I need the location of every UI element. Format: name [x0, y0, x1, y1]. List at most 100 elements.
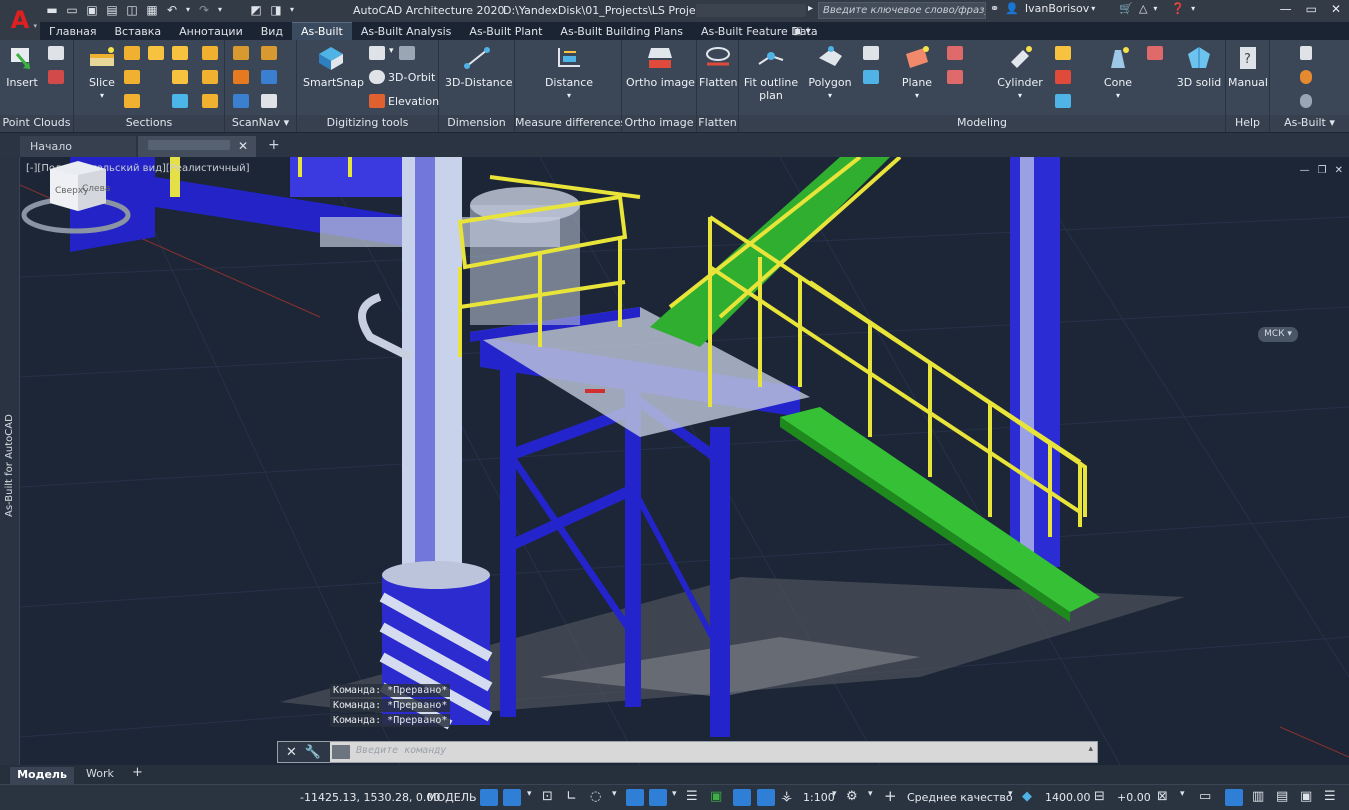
ortho-mode-icon[interactable]: ∟: [566, 789, 577, 804]
fullscreen-icon[interactable]: ▣: [1300, 789, 1312, 804]
application-menu-button[interactable]: A ▾: [0, 0, 40, 40]
tab-view[interactable]: Вид: [252, 23, 292, 40]
command-customize-icon[interactable]: 🔧: [305, 745, 321, 760]
tab-work[interactable]: Work: [86, 767, 114, 780]
command-close-icon[interactable]: ✕: [286, 745, 297, 760]
settings-gear-icon[interactable]: [1300, 70, 1312, 84]
scan-view-icon[interactable]: [261, 70, 277, 84]
snap-dropdown-icon[interactable]: ▾: [527, 789, 532, 799]
viewport-minimize-icon[interactable]: —: [1300, 165, 1310, 176]
properties-icon[interactable]: ▥: [1252, 789, 1264, 804]
display-quality[interactable]: Среднее качество: [907, 791, 1013, 804]
new-file-icon[interactable]: ▬: [44, 2, 60, 18]
transparency-icon[interactable]: ▣: [710, 789, 722, 804]
section-back-icon[interactable]: [172, 70, 188, 84]
tab-as-built-analysis[interactable]: As-Built Analysis: [352, 23, 461, 40]
viewcube-face-right[interactable]: Слева: [82, 184, 110, 194]
search-expand-icon[interactable]: ▸: [808, 3, 813, 14]
tab-as-built[interactable]: As-Built: [292, 22, 352, 40]
point-size-icon[interactable]: ◆: [1022, 789, 1032, 804]
section-reset-icon[interactable]: [202, 94, 218, 108]
annotation-scale[interactable]: 1:100: [803, 791, 835, 804]
scan-navigate-icon[interactable]: [261, 94, 277, 108]
flatten-button[interactable]: Flatten: [699, 44, 738, 89]
section-top-icon[interactable]: [124, 46, 140, 60]
command-prompt-icon[interactable]: [332, 745, 350, 759]
model-tool-a-icon[interactable]: [863, 46, 879, 60]
exchange-icon[interactable]: △: [1139, 2, 1147, 15]
digitize-cross-icon[interactable]: [399, 46, 415, 60]
elevation-offset-value[interactable]: +0.00: [1117, 791, 1151, 804]
web-mobile-icon[interactable]: ◫: [124, 2, 140, 18]
polar-dropdown-icon[interactable]: ▾: [612, 789, 617, 799]
help-icon[interactable]: ❓: [1171, 2, 1185, 15]
tab-drawing[interactable]: ✕: [138, 136, 256, 157]
group-scannav-title[interactable]: ScanNav ▾: [225, 115, 296, 132]
model-tool-b-icon[interactable]: [863, 70, 879, 84]
share-icon[interactable]: ◩: [248, 2, 264, 18]
smartsnap-button[interactable]: SmartSnap: [303, 44, 364, 89]
cylinder-tool-b-icon[interactable]: [1055, 70, 1071, 84]
info-icon[interactable]: [1300, 46, 1312, 60]
annotation-visibility-icon[interactable]: [733, 789, 751, 806]
scan-panorama-icon[interactable]: [233, 94, 249, 108]
username[interactable]: IvanBorisov: [1025, 2, 1089, 15]
section-tools-icon[interactable]: [172, 94, 188, 108]
workspace-dropdown-icon[interactable]: ▾: [868, 789, 873, 799]
scan-points-icon[interactable]: [233, 70, 249, 84]
cloud-delete-icon[interactable]: [48, 70, 64, 84]
ortho-image-button[interactable]: Ortho image: [626, 44, 695, 89]
slice-button[interactable]: Slice ▾: [82, 44, 122, 102]
tab-as-built-building-plans[interactable]: As-Built Building Plans: [551, 23, 692, 40]
username-dropdown-icon[interactable]: ▾: [1091, 4, 1095, 13]
cone-tool-icon[interactable]: [1147, 46, 1163, 60]
redo-icon[interactable]: ↷: [196, 2, 212, 18]
isolate-dropdown-icon[interactable]: ▾: [1180, 789, 1185, 799]
scale-dropdown-icon[interactable]: ▾: [832, 789, 837, 799]
elevation-label[interactable]: Elevation: [388, 95, 439, 108]
workspace-icon[interactable]: ◨: [268, 2, 284, 18]
new-tab-icon[interactable]: +: [268, 137, 280, 153]
help-search-input[interactable]: Введите ключевое слово/фразу: [818, 2, 986, 19]
plane-tool-a-icon[interactable]: [947, 46, 963, 60]
redo-dropdown-icon[interactable]: ▾: [216, 2, 224, 18]
fit-outline-plan-button[interactable]: Fit outline plan: [743, 44, 799, 102]
ucs-menu[interactable]: МСК ▾: [1258, 327, 1298, 342]
solid-3d-button[interactable]: 3D solid: [1175, 44, 1223, 89]
binoculars-icon[interactable]: ⚭: [990, 2, 999, 15]
ribbon-options-icon[interactable]: ▣ ▾: [793, 26, 811, 37]
elevation-icon[interactable]: [369, 94, 385, 108]
elevation-offset-icon[interactable]: ⊟: [1094, 789, 1105, 804]
isolate-objects-icon[interactable]: ⊠: [1157, 789, 1168, 804]
orbit-icon[interactable]: [369, 70, 385, 84]
section-box-icon[interactable]: [202, 46, 218, 60]
tab-as-built-plant[interactable]: As-Built Plant: [460, 23, 551, 40]
section-clip-icon[interactable]: [202, 70, 218, 84]
add-icon[interactable]: +: [884, 787, 897, 805]
tab-start[interactable]: Начало: [20, 136, 136, 157]
save-as-icon[interactable]: ▤: [104, 2, 120, 18]
undo-dropdown-icon[interactable]: ▾: [184, 2, 192, 18]
cone-button[interactable]: Cone ▾: [1095, 44, 1141, 102]
add-layout-icon[interactable]: +: [132, 765, 143, 780]
scan-filter-icon[interactable]: [261, 46, 277, 60]
drawing-viewport[interactable]: [-][Пользовательский вид][Реалистичный] …: [20, 157, 1349, 765]
cylinder-button[interactable]: Cylinder ▾: [991, 44, 1049, 102]
tab-insert[interactable]: Вставка: [106, 23, 171, 40]
group-as-built-title[interactable]: As-Built ▾: [1270, 115, 1349, 132]
maximize-icon[interactable]: ▭: [1306, 2, 1317, 16]
clean-screen-icon[interactable]: [1225, 789, 1243, 806]
hardware-acceleration-icon[interactable]: ▭: [1199, 789, 1211, 804]
cylinder-tool-a-icon[interactable]: [1055, 46, 1071, 60]
point-cloud-scene[interactable]: [20, 157, 1349, 765]
digitize-line-icon[interactable]: [369, 46, 385, 60]
cursor-coordinates[interactable]: -11425.13, 1530.28, 0.00: [300, 791, 440, 804]
section-front-icon[interactable]: [148, 46, 164, 60]
distance-button[interactable]: Distance ▾: [541, 44, 597, 102]
snap-toggle-icon[interactable]: [503, 789, 521, 806]
section-middle-icon[interactable]: [124, 70, 140, 84]
open-folder-icon[interactable]: ▭: [64, 2, 80, 18]
cart-icon[interactable]: 🛒: [1119, 2, 1133, 15]
print-icon[interactable]: ▦: [144, 2, 160, 18]
customize-status-icon[interactable]: ☰: [1324, 789, 1336, 804]
